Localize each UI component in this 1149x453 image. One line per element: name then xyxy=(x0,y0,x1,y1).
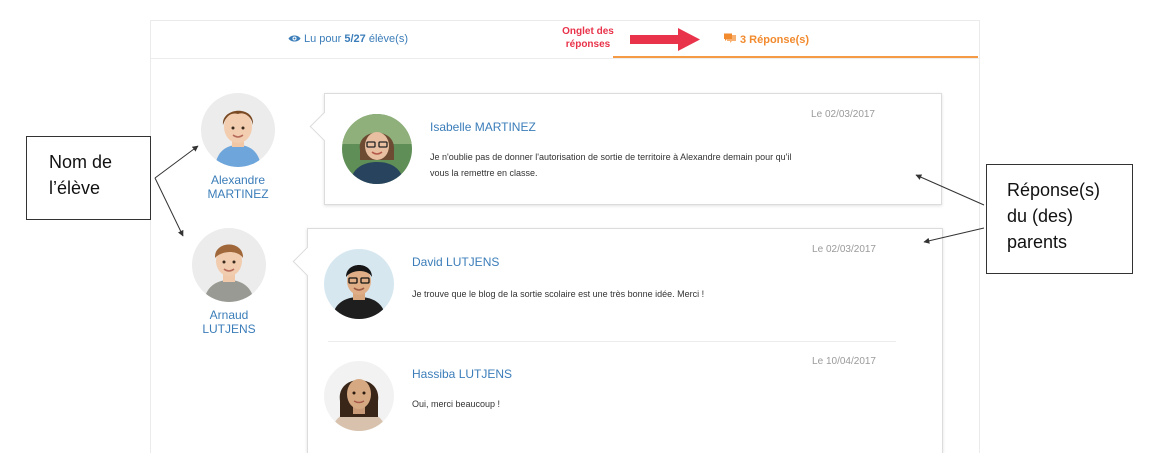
tab-read-by[interactable]: Lu pour 5/27 élève(s) xyxy=(288,33,408,46)
student-last-name: MARTINEZ xyxy=(207,187,269,201)
tab-replies-label: 3 Réponse(s) xyxy=(740,34,810,46)
reply-author[interactable]: Hassiba LUTJENS xyxy=(412,367,512,381)
reply-date: Le 10/04/2017 xyxy=(812,356,876,367)
student-first-name: Alexandre xyxy=(210,173,266,187)
annotation-tab-label: Onglet des réponses xyxy=(553,25,623,51)
reply-card: Isabelle MARTINEZ Le 02/03/2017 Je n'oub… xyxy=(324,93,942,205)
reply-text: Je trouve que le blog de la sortie scola… xyxy=(412,289,705,299)
student-avatar xyxy=(201,93,275,167)
eye-icon xyxy=(288,34,301,46)
tab-read-suffix: élève(s) xyxy=(365,33,408,45)
parent-avatar xyxy=(342,114,412,184)
annotation-parents-replies: Réponse(s) du (des) parents xyxy=(986,164,1133,274)
speech-bubbles-icon xyxy=(723,33,737,47)
reply-date: Le 02/03/2017 xyxy=(811,109,875,120)
reply-author[interactable]: Isabelle MARTINEZ xyxy=(430,120,536,134)
student-arnaud[interactable]: Arnaud LUTJENS xyxy=(174,228,284,336)
active-tab-underline xyxy=(613,56,978,58)
annotation-student-line1: Nom de xyxy=(49,152,113,172)
reply-text: Je n'oublie pas de donner l'autorisation… xyxy=(430,152,792,178)
parent-avatar xyxy=(324,249,394,319)
student-alexandre[interactable]: Alexandre MARTINEZ xyxy=(183,93,293,201)
annotation-parents-line2: du (des) xyxy=(1007,206,1074,226)
student-first-name: Arnaud xyxy=(209,308,249,322)
annotation-tab-label-line2: réponses xyxy=(565,39,611,50)
reply-author[interactable]: David LUTJENS xyxy=(412,255,499,269)
reply-card: David LUTJENS Le 02/03/2017 Je trouve qu… xyxy=(307,228,943,453)
tab-read-count: 5/27 xyxy=(344,33,366,45)
reply-text: Oui, merci beaucoup ! xyxy=(412,399,501,409)
parent-avatar xyxy=(324,361,394,431)
annotation-student-name: Nom de l’élève xyxy=(26,136,151,220)
annotation-parents-line1: Réponse(s) xyxy=(1007,180,1101,200)
student-last-name: LUTJENS xyxy=(202,322,256,336)
annotation-parents-line3: parents xyxy=(1007,232,1068,252)
student-avatar xyxy=(192,228,266,302)
tab-read-prefix: Lu pour xyxy=(304,33,345,45)
reply-date: Le 02/03/2017 xyxy=(812,244,876,255)
tab-replies[interactable]: 3 Réponse(s) xyxy=(723,33,809,47)
annotation-tab-label-line1: Onglet des xyxy=(562,26,614,37)
annotation-student-line2: l’élève xyxy=(49,178,101,198)
reply-separator xyxy=(328,341,896,342)
